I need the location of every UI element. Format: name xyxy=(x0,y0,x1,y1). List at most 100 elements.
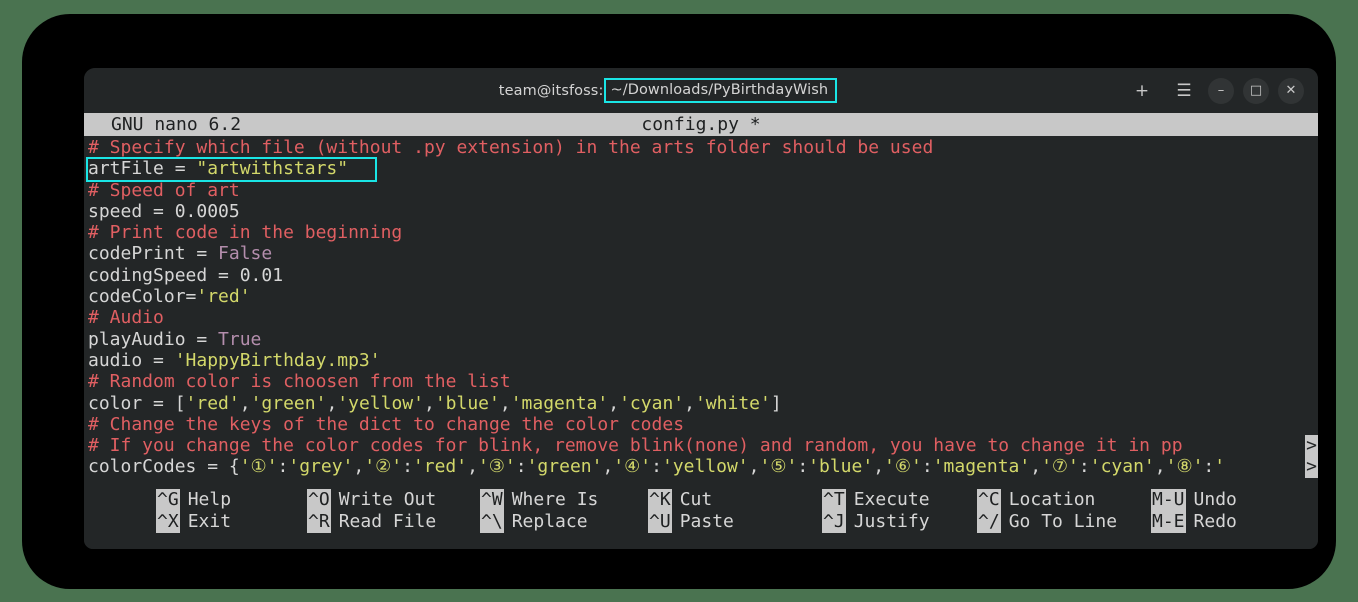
code-token: codePrint = xyxy=(88,243,218,264)
shortcut-label: Execute xyxy=(846,489,930,511)
shortcut-key: ^J xyxy=(822,511,846,533)
code-token: ] xyxy=(771,393,782,414)
shortcut-item[interactable]: ^\Replace xyxy=(480,511,598,533)
window-controls: + ☰ – □ ✕ xyxy=(1119,68,1304,113)
code-token: 'cyan' xyxy=(1090,456,1155,477)
shortcut-item[interactable]: ^KCut xyxy=(648,489,734,511)
code-token: 'white' xyxy=(695,393,771,414)
code-token: '③' xyxy=(478,456,516,477)
code-line: audio = 'HappyBirthday.mp3' xyxy=(84,350,1318,371)
shortcut-item[interactable]: ^CLocation xyxy=(977,489,1117,511)
shortcut-item[interactable]: ^/Go To Line xyxy=(977,511,1117,533)
shortcut-key: ^\ xyxy=(480,511,504,533)
shortcut-item[interactable]: ^JJustify xyxy=(822,511,930,533)
shortcut-item[interactable]: ^RRead File xyxy=(307,511,436,533)
shortcut-item[interactable]: ^OWrite Out xyxy=(307,489,436,511)
shortcut-label: Cut xyxy=(672,489,713,511)
shortcut-key: ^C xyxy=(977,489,1001,511)
code-token: '①' xyxy=(240,456,278,477)
line-continuation-marker: > xyxy=(1305,456,1318,477)
shortcut-item[interactable]: M-ERedo xyxy=(1151,511,1237,533)
shortcut-column: ^GHelp^XExit xyxy=(156,489,231,533)
code-token: 'blue' xyxy=(808,456,873,477)
shortcut-item[interactable]: M-UUndo xyxy=(1151,489,1237,511)
window-title-path-highlight: ~/Downloads/PyBirthdayWish xyxy=(604,78,837,104)
nano-shortcut-bar: ^GHelp^XExit ^OWrite Out^RRead File ^WWher… xyxy=(84,483,1318,549)
code-line: # Print code in the beginning xyxy=(84,222,1318,243)
code-line: codingSpeed = 0.01 xyxy=(84,265,1318,286)
code-token: 'blue' xyxy=(435,393,500,414)
shortcut-column: ^KCut^UPaste xyxy=(648,489,734,533)
shortcut-label: Exit xyxy=(180,511,231,533)
shortcut-key: ^/ xyxy=(977,511,1001,533)
shortcut-label: Read File xyxy=(331,511,437,533)
nano-header-bar: GNU nano 6.2 config.py * xyxy=(84,113,1318,136)
code-token: 'green' xyxy=(527,456,603,477)
shortcut-label: Replace xyxy=(504,511,588,533)
window-title-bar[interactable]: team@itsfoss: ~/Downloads/PyBirthdayWish… xyxy=(84,68,1318,113)
shortcut-column: ^CLocation^/Go To Line xyxy=(977,489,1117,533)
code-line: # Speed of art xyxy=(84,180,1318,201)
code-token: # Random color is choosen from the list xyxy=(88,371,511,392)
code-token: 'magenta' xyxy=(511,393,609,414)
code-token: , xyxy=(602,456,613,477)
terminal-window: team@itsfoss: ~/Downloads/PyBirthdayWish… xyxy=(84,68,1318,549)
code-token: , xyxy=(873,456,884,477)
code-token: codeColor= xyxy=(88,286,196,307)
shortcut-key: ^K xyxy=(648,489,672,511)
code-token: '⑦' xyxy=(1041,456,1079,477)
code-token: codingSpeed = 0.01 xyxy=(88,265,283,286)
code-line: playAudio = True xyxy=(84,329,1318,350)
code-token: audio = xyxy=(88,350,175,371)
code-line: # Random color is choosen from the list xyxy=(84,371,1318,392)
code-token: , xyxy=(240,393,251,414)
shortcut-item[interactable]: ^WWhere Is xyxy=(480,489,598,511)
new-tab-icon[interactable]: + xyxy=(1127,76,1157,106)
code-token: 'red' xyxy=(413,456,467,477)
nano-filename-label: config.py * xyxy=(84,113,1318,136)
shortcut-label: Location xyxy=(1001,489,1096,511)
shortcut-key: ^R xyxy=(307,511,331,533)
shortcut-item[interactable]: ^XExit xyxy=(156,511,231,533)
code-token: colorCodes = { xyxy=(88,456,240,477)
hamburger-menu-icon[interactable]: ☰ xyxy=(1169,76,1199,106)
shortcut-key: ^T xyxy=(822,489,846,511)
code-token: , xyxy=(1030,456,1041,477)
shortcut-item[interactable]: ^GHelp xyxy=(156,489,231,511)
code-token: color = [ xyxy=(88,393,186,414)
shortcut-key: ^X xyxy=(156,511,180,533)
code-token: # Change the keys of the dict to change … xyxy=(88,414,684,435)
code-token: 'red' xyxy=(186,393,240,414)
shortcut-item[interactable]: ^UPaste xyxy=(648,511,734,533)
code-token: True xyxy=(218,329,261,350)
shortcut-key: ^U xyxy=(648,511,672,533)
maximize-icon[interactable]: □ xyxy=(1243,78,1269,104)
code-token: # Print code in the beginning xyxy=(88,222,402,243)
code-token: False xyxy=(218,243,272,264)
shortcut-key: ^G xyxy=(156,489,180,511)
close-icon[interactable]: ✕ xyxy=(1278,78,1304,104)
code-token: , xyxy=(500,393,511,414)
code-token: , xyxy=(749,456,760,477)
code-line: codePrint = False xyxy=(84,243,1318,264)
code-token: : xyxy=(651,456,662,477)
code-token: '②' xyxy=(364,456,402,477)
code-token: , xyxy=(353,456,364,477)
code-lines: # Specify which file (without .py extens… xyxy=(84,137,1318,478)
editor-text-area[interactable]: # Specify which file (without .py extens… xyxy=(84,136,1318,483)
code-token: , xyxy=(1155,456,1166,477)
shortcut-column: M-UUndoM-ERedo xyxy=(1151,489,1237,533)
code-token: # If you change the color codes for blin… xyxy=(88,435,1183,456)
code-token: speed = 0.0005 xyxy=(88,201,240,222)
minimize-icon[interactable]: – xyxy=(1208,78,1234,104)
shortcut-label: Undo xyxy=(1186,489,1237,511)
shortcut-item[interactable]: ^TExecute xyxy=(822,489,930,511)
shortcut-label: Justify xyxy=(846,511,930,533)
code-line: codeColor='red' xyxy=(84,286,1318,307)
shortcut-label: Where Is xyxy=(504,489,599,511)
code-token: , xyxy=(424,393,435,414)
code-line: # Audio xyxy=(84,307,1318,328)
shortcut-column: ^TExecute^JJustify xyxy=(822,489,930,533)
code-token: # Audio xyxy=(88,307,164,328)
shortcut-label: Write Out xyxy=(331,489,437,511)
